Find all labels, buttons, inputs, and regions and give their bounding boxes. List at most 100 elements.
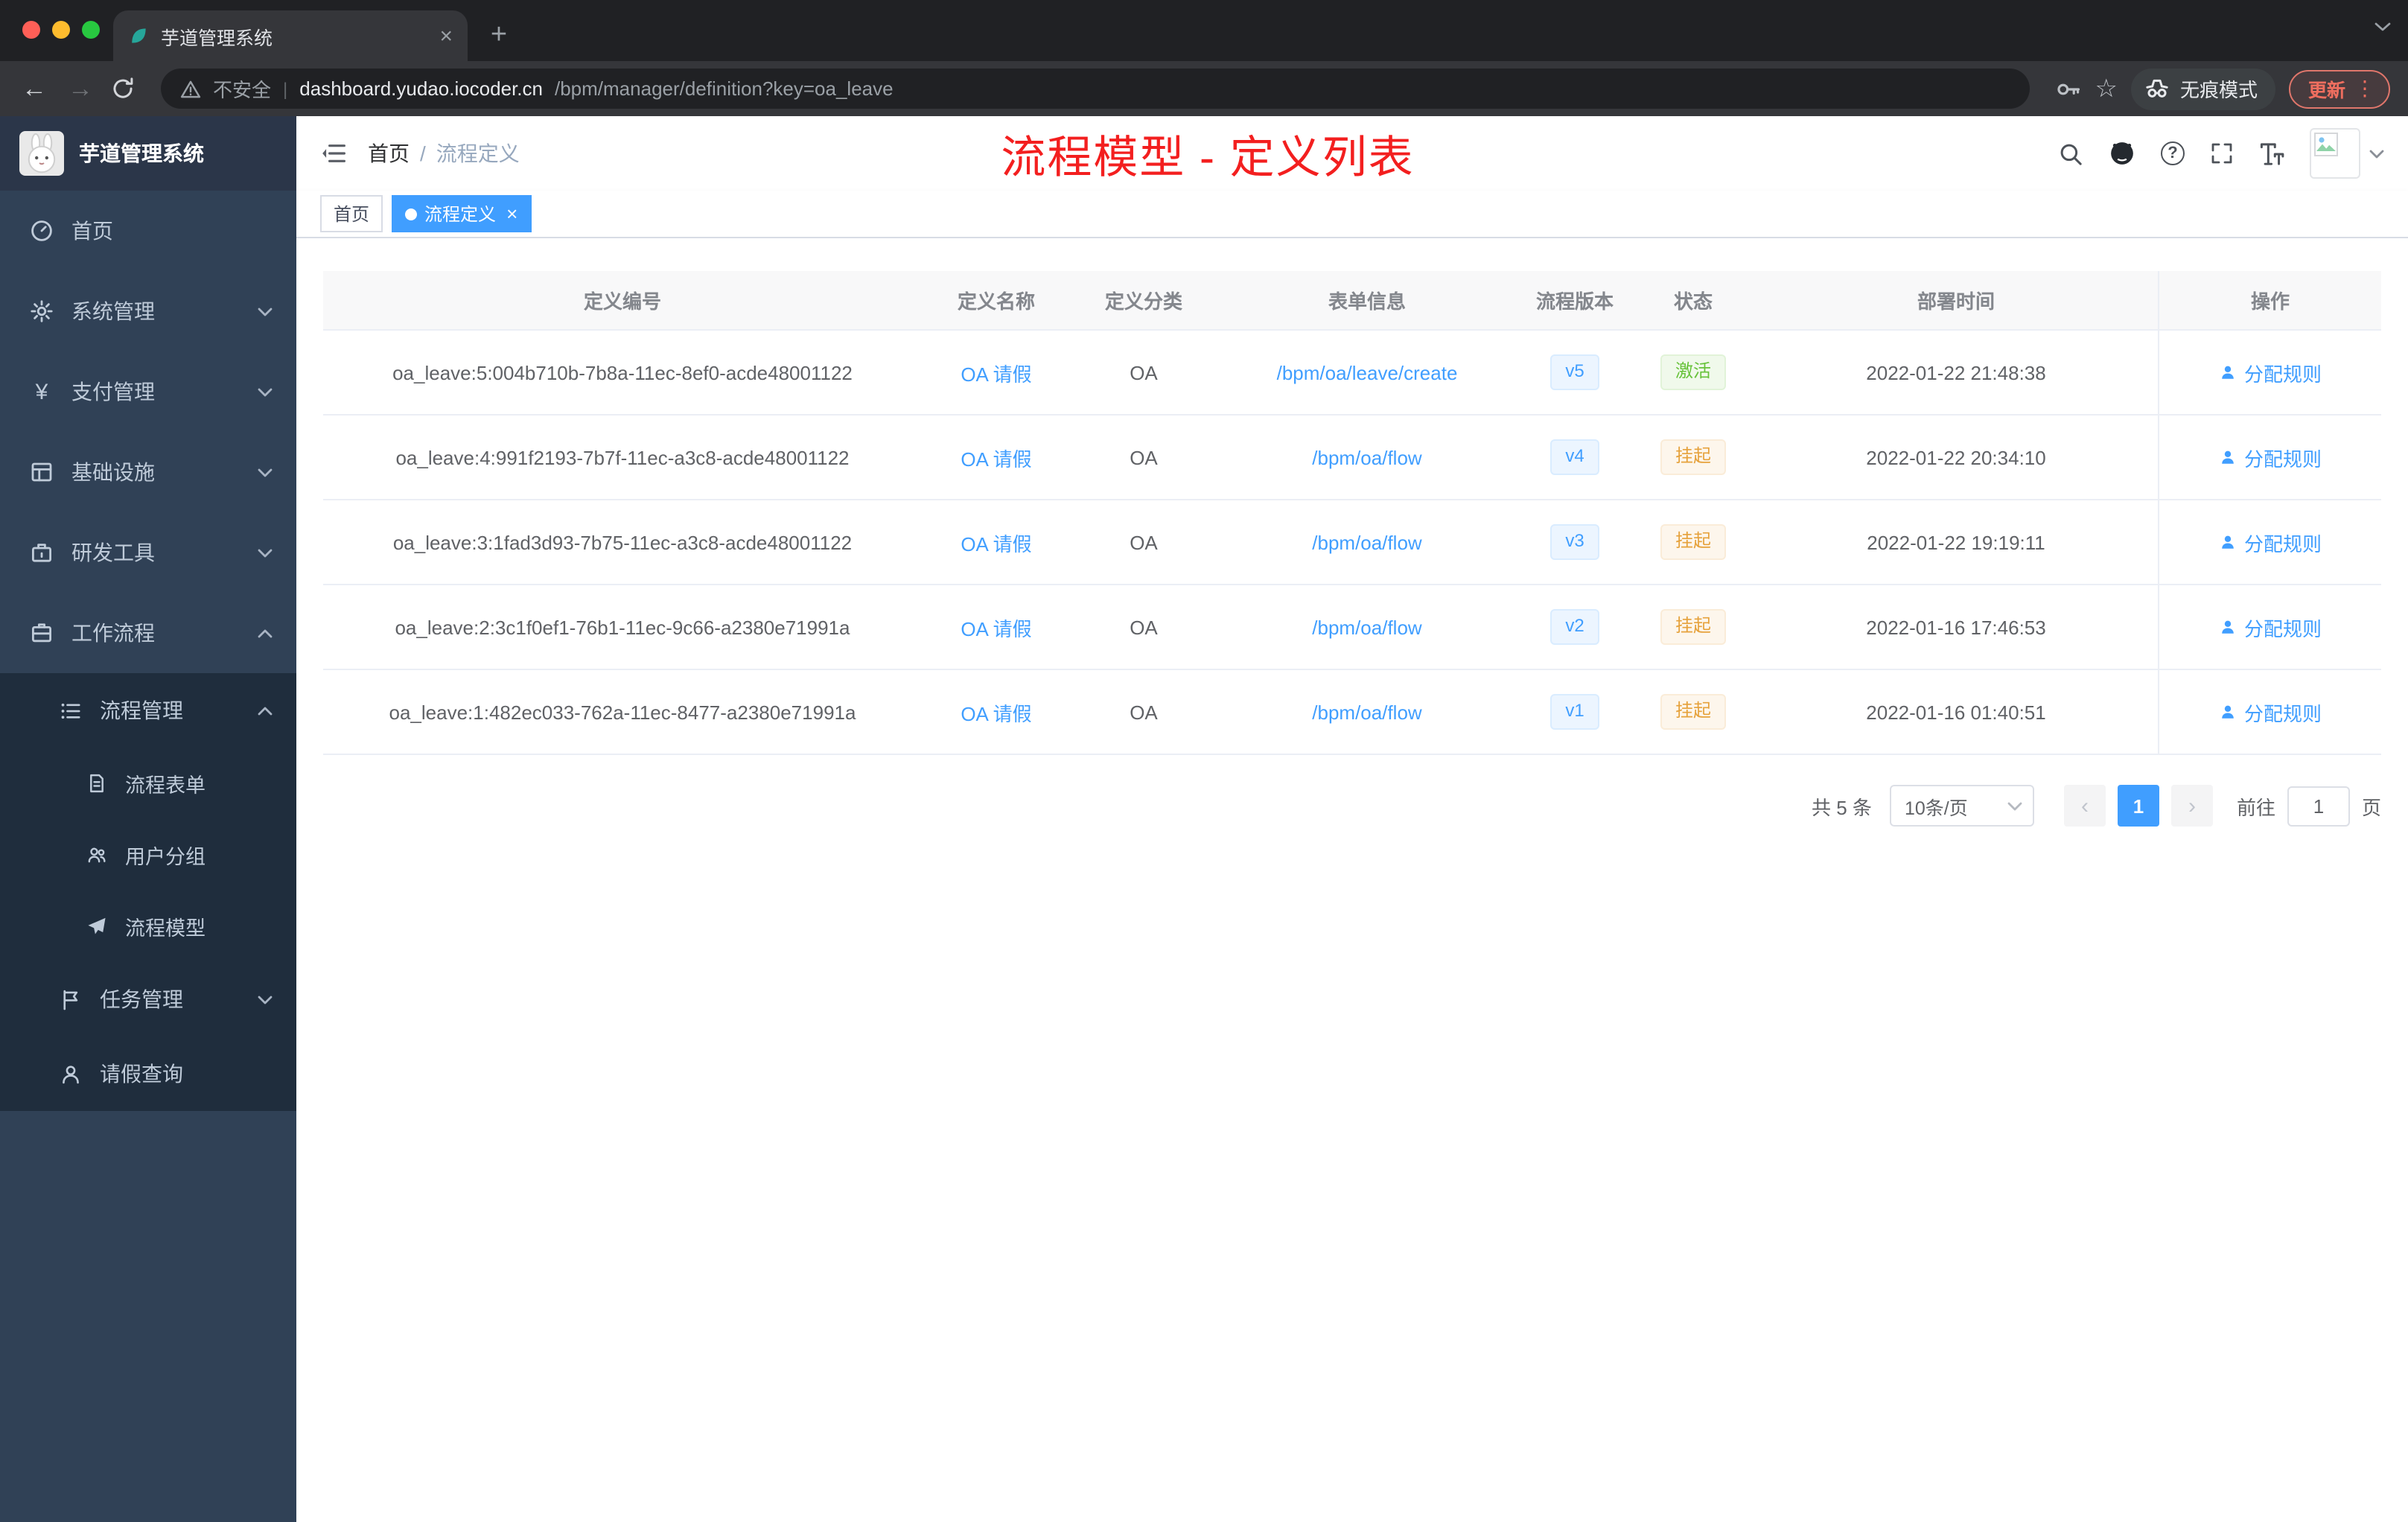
main-area: 首页 / 流程定义 流程模型 - 定义列表 ? 首页 流程定义 × 定义编号 定… (296, 116, 2408, 1522)
sidebar-item-leave-query[interactable]: 请假查询 (0, 1037, 296, 1111)
sidebar-item-process-form[interactable]: 流程表单 (0, 748, 296, 819)
form-info-link[interactable]: /bpm/oa/flow (1312, 616, 1421, 638)
assign-rule-link[interactable]: 分配规则 (2219, 698, 2322, 726)
goto-page-input[interactable] (2287, 786, 2350, 826)
security-label[interactable]: 不安全 (213, 74, 271, 103)
form-info-link[interactable]: /bpm/oa/flow (1312, 701, 1421, 723)
cell-category: OA (1130, 701, 1158, 723)
form-info-link[interactable]: /bpm/oa/flow (1312, 531, 1421, 553)
page-size-select[interactable]: 10条/页 (1889, 785, 2034, 827)
sidebar-item-infrastructure[interactable]: 基础设施 (0, 432, 296, 512)
workflow-submenu: 流程管理 流程表单 用户分组 流程模型 任务管理 请假查询 (0, 673, 296, 1111)
fullscreen-icon[interactable] (2210, 141, 2234, 165)
sidebar-item-user-group[interactable]: 用户分组 (0, 819, 296, 891)
user-icon (2222, 450, 2234, 464)
definition-name-link[interactable]: OA 请假 (961, 443, 1031, 471)
user-avatar[interactable] (2310, 128, 2384, 179)
assign-rule-link[interactable]: 分配规则 (2219, 613, 2322, 641)
col-actions: 操作 (2158, 271, 2381, 329)
forward-button[interactable]: → (64, 74, 97, 104)
yen-icon: ¥ (35, 379, 48, 404)
next-page-button[interactable]: › (2170, 785, 2213, 827)
sidebar-item-system-management[interactable]: 系统管理 (0, 271, 296, 351)
chevron-down-icon (2007, 802, 2022, 811)
browser-tabstrip: 芋道管理系统 × + (0, 0, 2408, 61)
cell-status: 挂起 (1632, 585, 1754, 669)
definition-table: 定义编号 定义名称 定义分类 表单信息 流程版本 状态 部署时间 操作 oa_l… (323, 271, 2381, 755)
browser-update-menu-button[interactable]: 更新 ⋮ (2288, 69, 2390, 108)
back-button[interactable]: ← (18, 74, 51, 104)
tab-search-caret-icon[interactable] (2374, 21, 2392, 33)
chevron-up-icon (258, 706, 273, 715)
url-bar[interactable]: 不安全 | dashboard.yudao.iocoder.cn/bpm/man… (161, 69, 2030, 109)
cell-definition-name: OA 请假 (922, 585, 1071, 669)
search-icon[interactable] (2058, 141, 2083, 166)
close-tab-icon[interactable]: × (439, 25, 453, 47)
minimize-window-button[interactable] (52, 21, 70, 39)
sidebar-item-process-management[interactable]: 流程管理 (0, 673, 296, 748)
cell-definition-id: oa_leave:4:991f2193-7b7f-11ec-a3c8-acde4… (395, 446, 850, 468)
help-icon[interactable]: ? (2161, 141, 2185, 165)
favicon-leaf-icon (132, 28, 146, 43)
cell-deploy-time: 2022-01-16 17:46:53 (1866, 616, 2046, 638)
toolbox-icon (32, 544, 52, 562)
close-tag-icon[interactable]: × (506, 204, 517, 223)
bookmark-star-icon[interactable]: ☆ (2095, 74, 2118, 104)
list-icon (61, 702, 80, 719)
definition-name-link[interactable]: OA 请假 (961, 358, 1031, 386)
assign-rule-link[interactable]: 分配规则 (2219, 528, 2322, 556)
cell-form-info: /bpm/oa/flow (1217, 670, 1517, 754)
reload-button[interactable] (110, 76, 136, 101)
page-number-button[interactable]: 1 (2117, 785, 2159, 827)
form-info-link[interactable]: /bpm/oa/leave/create (1277, 361, 1458, 383)
status-badge: 挂起 (1660, 439, 1726, 475)
prev-page-button[interactable]: ‹ (2063, 785, 2106, 827)
sidebar-item-dev-tools[interactable]: 研发工具 (0, 512, 296, 593)
cell-actions: 分配规则 (2158, 415, 2381, 499)
definition-name-link[interactable]: OA 请假 (961, 528, 1031, 556)
sidebar-menu: 首页 系统管理 ¥ 支付管理 基础设施 研发工具 工作流程 流程管理 流程表单 … (0, 191, 296, 1111)
paper-plane-icon (88, 917, 106, 934)
browser-tab[interactable]: 芋道管理系统 × (113, 10, 468, 61)
sidebar-item-workflow[interactable]: 工作流程 (0, 593, 296, 673)
form-info-link[interactable]: /bpm/oa/flow (1312, 446, 1421, 468)
sidebar: 芋道管理系统 首页 系统管理 ¥ 支付管理 基础设施 研发工具 工作流程 流程管… (0, 116, 296, 1522)
url-host: dashboard.yudao.iocoder.cn (299, 77, 543, 100)
status-badge: 挂起 (1660, 609, 1726, 645)
cell-actions: 分配规则 (2158, 585, 2381, 669)
chevron-down-icon (258, 548, 273, 557)
user-icon (2222, 620, 2234, 634)
sidebar-item-payment-management[interactable]: ¥ 支付管理 (0, 351, 296, 432)
assign-rule-link[interactable]: 分配规则 (2219, 443, 2322, 471)
sidebar-item-home[interactable]: 首页 (0, 191, 296, 271)
cell-deploy-time: 2022-01-22 21:48:38 (1866, 361, 2046, 383)
definition-name-link[interactable]: OA 请假 (961, 698, 1031, 726)
maximize-window-button[interactable] (82, 21, 100, 39)
cell-deploy-time: 2022-01-16 01:40:51 (1866, 701, 2046, 723)
document-icon (90, 774, 103, 793)
assign-rule-link[interactable]: 分配规则 (2219, 358, 2322, 386)
cell-definition-id: oa_leave:3:1fad3d93-7b75-11ec-a3c8-acde4… (392, 531, 853, 553)
cell-actions: 分配规则 (2158, 331, 2381, 414)
sidebar-fold-icon[interactable] (320, 140, 347, 167)
tag-process-definition[interactable]: 流程定义 × (392, 195, 532, 232)
gear-icon (31, 300, 53, 322)
app-logo[interactable]: 芋道管理系统 (0, 116, 296, 191)
tag-home[interactable]: 首页 (320, 195, 383, 232)
breadcrumb-home[interactable]: 首页 (368, 138, 410, 168)
users-icon (88, 847, 106, 863)
page-unit-label: 页 (2361, 796, 2381, 818)
table-row: oa_leave:4:991f2193-7b7f-11ec-a3c8-acde4… (323, 415, 2381, 500)
col-status: 状态 (1673, 290, 1713, 313)
github-icon[interactable] (2109, 140, 2135, 167)
font-size-icon[interactable] (2259, 141, 2284, 166)
cell-version: v4 (1517, 415, 1632, 499)
new-tab-button[interactable]: + (477, 13, 521, 58)
sidebar-item-task-management[interactable]: 任务管理 (0, 962, 296, 1037)
version-badge: v3 (1550, 524, 1599, 560)
password-key-icon[interactable] (2054, 75, 2081, 102)
active-tag-dot (405, 208, 418, 220)
close-window-button[interactable] (22, 21, 40, 39)
sidebar-item-process-model[interactable]: 流程模型 (0, 891, 296, 962)
definition-name-link[interactable]: OA 请假 (961, 613, 1031, 641)
